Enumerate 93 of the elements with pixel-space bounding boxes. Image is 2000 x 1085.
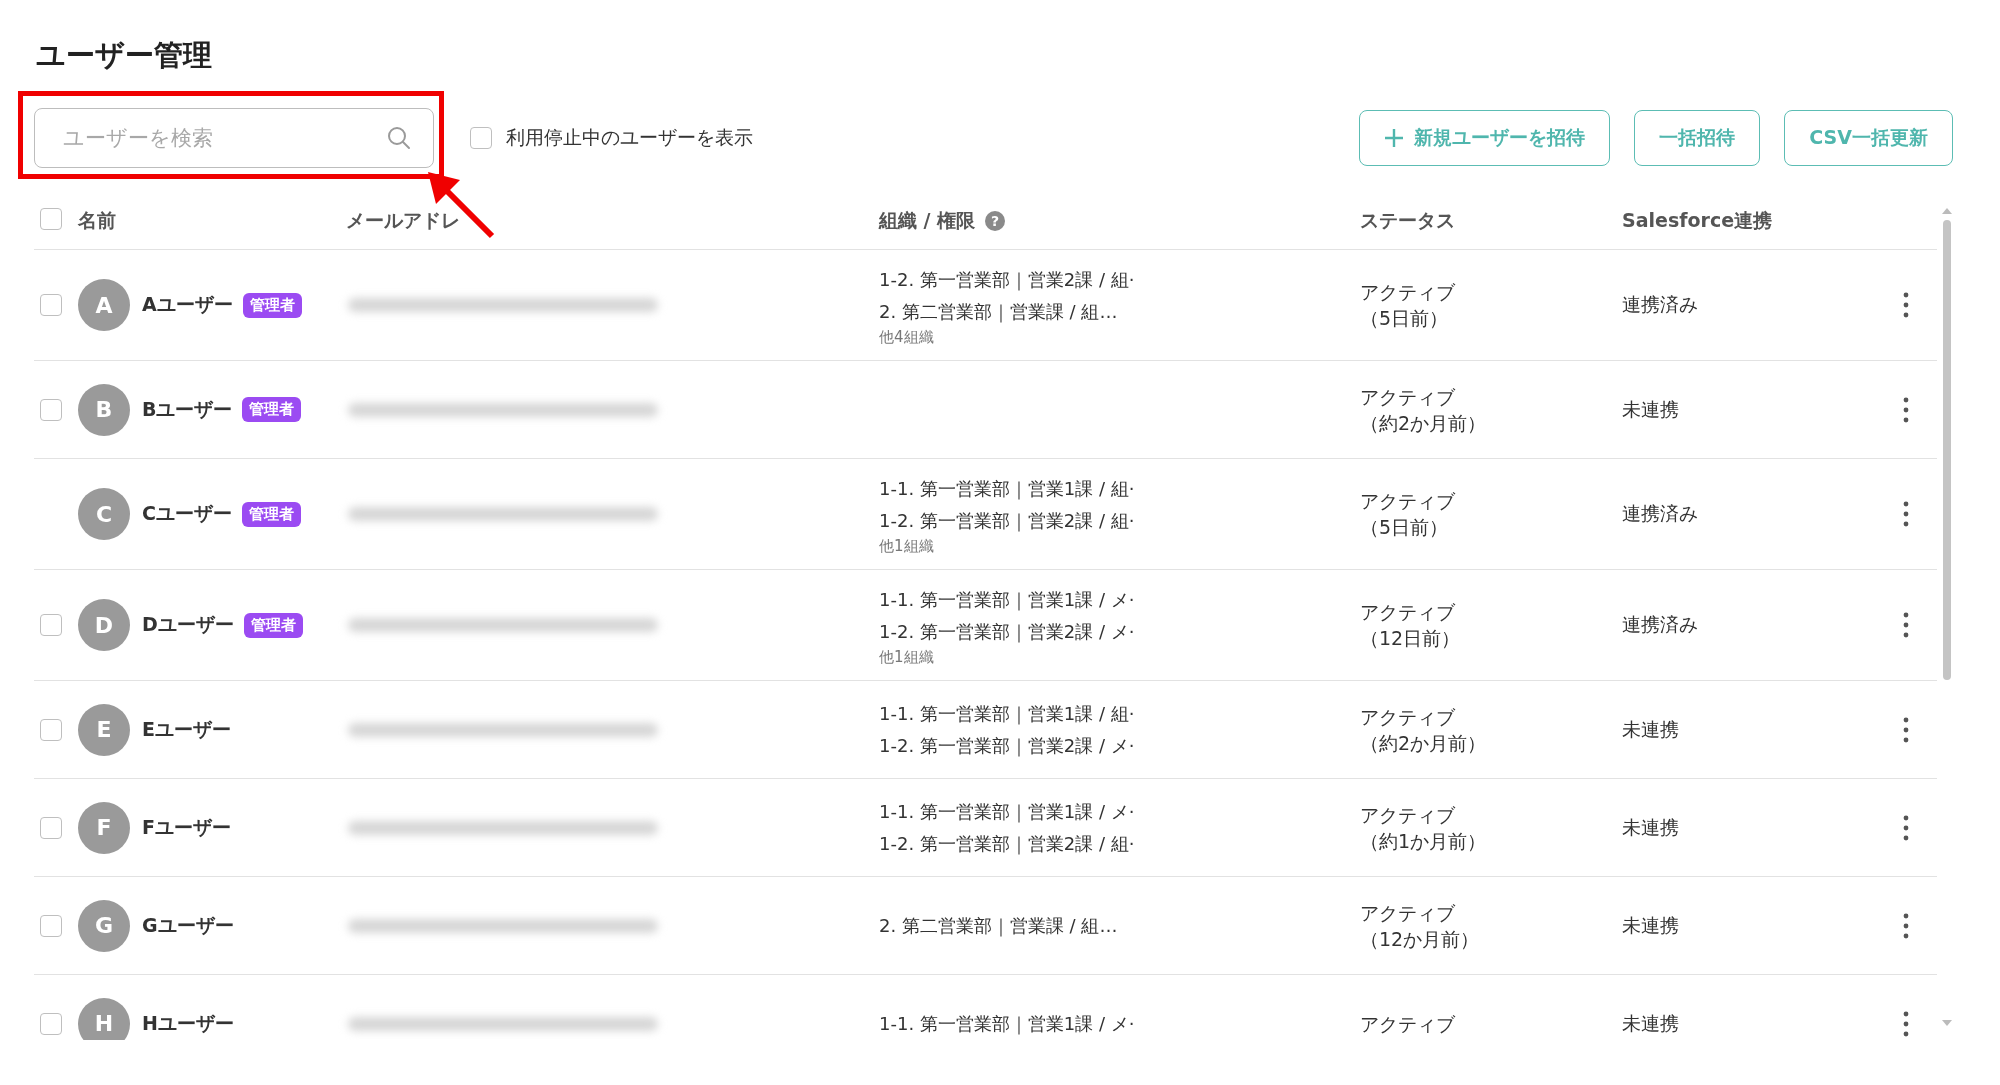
- avatar: A: [78, 279, 130, 331]
- more-icon[interactable]: [1903, 814, 1909, 841]
- status-text: アクティブ: [1360, 704, 1456, 730]
- status-time: （12日前）: [1360, 626, 1462, 651]
- status-text: アクティブ: [1360, 489, 1456, 514]
- user-name: Dユーザー: [142, 612, 234, 637]
- avatar: D: [78, 599, 130, 651]
- more-organizations: 他4組織: [879, 328, 935, 346]
- status-text: アクティブ: [1360, 384, 1456, 410]
- status-text: アクティブ: [1360, 802, 1456, 828]
- more-icon[interactable]: [1903, 716, 1909, 743]
- organization-entry: 2. 第二営業部｜営業課 / 組…: [879, 300, 1119, 325]
- salesforce-status: 未連携: [1622, 717, 1679, 740]
- help-icon[interactable]: ?: [985, 211, 1006, 231]
- avatar: E: [78, 703, 130, 756]
- avatar: H: [78, 997, 130, 1040]
- admin-badge: 管理者: [241, 501, 301, 527]
- salesforce-status: 連携済み: [1622, 613, 1698, 635]
- row-checkbox[interactable]: [40, 614, 62, 636]
- column-header: メールアドレ: [346, 208, 460, 233]
- plus-icon: [1384, 128, 1405, 148]
- row-checkbox[interactable]: [40, 294, 62, 316]
- column-header: 組織 / 権限: [879, 208, 976, 233]
- scrollbar[interactable]: [1943, 220, 1951, 680]
- status-time: （約2か月前）: [1360, 410, 1488, 436]
- user-name: Gユーザー: [142, 912, 234, 938]
- column-header: Salesforce連携: [1622, 208, 1773, 233]
- organization-entry: 1-1. 第一営業部｜営業1課 / 組·: [879, 477, 1136, 502]
- checkbox[interactable]: [470, 127, 492, 149]
- salesforce-status: 未連携: [1622, 1011, 1679, 1034]
- user-name: Aユーザー: [142, 292, 233, 317]
- more-icon[interactable]: [1903, 612, 1909, 638]
- page-title: ユーザー管理: [36, 37, 213, 74]
- more-icon[interactable]: [1903, 912, 1909, 939]
- admin-badge: 管理者: [242, 292, 302, 318]
- status-time: （5日前）: [1360, 306, 1450, 331]
- more-icon[interactable]: [1903, 1010, 1909, 1037]
- status-text: アクティブ: [1360, 280, 1456, 305]
- more-organizations: 他1組織: [879, 537, 935, 555]
- status-text: アクティブ: [1360, 600, 1456, 625]
- status-time: （約1か月前）: [1360, 828, 1488, 854]
- avatar: B: [78, 383, 130, 436]
- status-text: アクティブ: [1360, 1011, 1456, 1037]
- scroll-up-icon[interactable]: [1942, 208, 1952, 214]
- row-checkbox[interactable]: [40, 398, 62, 421]
- select-all-checkbox[interactable]: [40, 208, 62, 230]
- search-icon: [386, 125, 412, 151]
- pointer-arrow: [426, 170, 496, 240]
- avatar: C: [78, 488, 130, 540]
- salesforce-status: 未連携: [1622, 397, 1679, 420]
- organization-entry: 1-2. 第一営業部｜営業2課 / 組·: [879, 509, 1136, 534]
- search-field[interactable]: ユーザーを検索: [34, 108, 434, 168]
- organization-entry: 1-2. 第一営業部｜営業2課 / メ·: [879, 620, 1136, 645]
- column-header: ステータス: [1360, 208, 1455, 233]
- avatar: F: [78, 801, 130, 854]
- row-checkbox[interactable]: [40, 816, 62, 839]
- checkbox-label: 利用停止中のユーザーを表示: [506, 125, 753, 150]
- row-checkbox[interactable]: [40, 718, 62, 741]
- avatar: G: [78, 899, 130, 952]
- user-name: Hユーザー: [142, 1010, 234, 1036]
- organization-entry: 1-2. 第一営業部｜営業2課 / 組·: [879, 268, 1136, 293]
- more-icon[interactable]: [1903, 501, 1909, 527]
- organization-entry: 1-1. 第一営業部｜営業1課 / メ·: [879, 1011, 1136, 1037]
- admin-badge: 管理者: [242, 397, 302, 422]
- more-organizations: 他1組織: [879, 648, 935, 666]
- admin-badge: 管理者: [243, 612, 303, 638]
- organization-entry: 1-1. 第一営業部｜営業1課 / メ·: [879, 588, 1136, 613]
- user-name: Fユーザー: [142, 814, 231, 840]
- more-icon[interactable]: [1903, 292, 1909, 318]
- column-header: 名前: [78, 208, 116, 233]
- salesforce-status: 連携済み: [1622, 502, 1698, 524]
- row-checkbox[interactable]: [40, 914, 62, 937]
- organization-entry: 1-2. 第一営業部｜営業2課 / メ·: [879, 733, 1136, 759]
- organization-entry: 1-1. 第一営業部｜営業1課 / メ·: [879, 799, 1136, 825]
- status-time: （約2か月前）: [1360, 730, 1488, 756]
- organization-entry: 2. 第二営業部｜営業課 / 組…: [879, 913, 1119, 939]
- more-icon[interactable]: [1903, 396, 1909, 423]
- salesforce-status: 未連携: [1622, 815, 1679, 838]
- status-time: （5日前）: [1360, 515, 1450, 540]
- salesforce-status: 未連携: [1622, 913, 1679, 936]
- status-time: （12か月前）: [1360, 926, 1481, 952]
- bulk-invite-button[interactable]: 一括招待: [1634, 110, 1761, 166]
- status-text: アクティブ: [1360, 900, 1456, 926]
- invite-user-button[interactable]: 新規ユーザーを招待: [1359, 110, 1611, 166]
- scroll-down-icon[interactable]: [1942, 1020, 1952, 1026]
- user-name: Bユーザー: [142, 396, 233, 422]
- salesforce-status: 連携済み: [1622, 293, 1698, 315]
- organization-entry: 1-2. 第一営業部｜営業2課 / 組·: [879, 831, 1136, 857]
- csv-update-button[interactable]: CSV一括更新: [1784, 110, 1953, 166]
- user-name: Eユーザー: [142, 716, 231, 742]
- organization-entry: 1-1. 第一営業部｜営業1課 / 組·: [879, 701, 1136, 727]
- user-name: Cユーザー: [142, 501, 232, 526]
- row-checkbox[interactable]: [40, 1012, 62, 1035]
